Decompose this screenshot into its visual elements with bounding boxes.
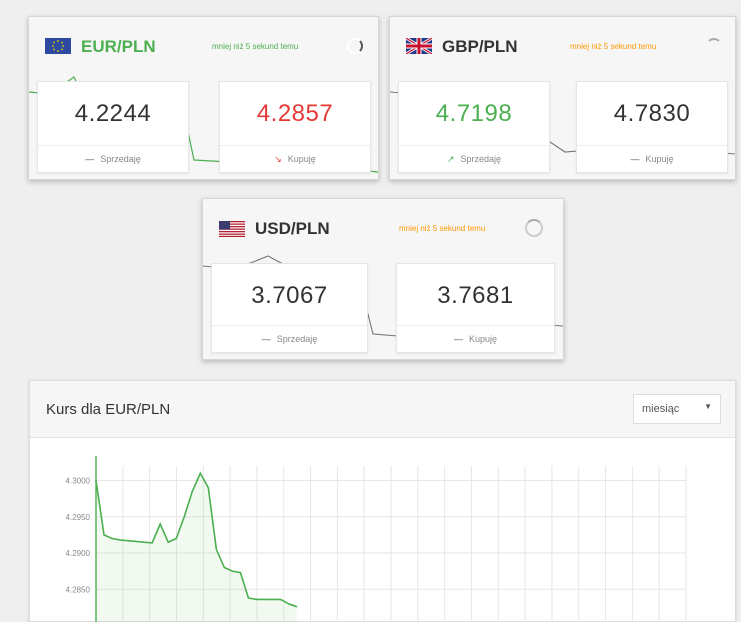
sell-label-text: Sprzedaję [276, 334, 318, 344]
data-point [263, 598, 266, 601]
buy-label-text: Kupuję [287, 154, 316, 164]
data-point [207, 487, 209, 489]
data-point [231, 570, 234, 572]
refresh-spinner-icon [706, 38, 722, 54]
y-tick-label: 4.2900 [66, 549, 91, 558]
period-select[interactable]: miesiąc ▼ [633, 394, 721, 424]
buy-label: — Kupuję [577, 145, 727, 172]
chevron-down-icon: ▼ [704, 402, 712, 411]
sell-rate-box[interactable]: 3.7067 — Sprzedaję [211, 263, 368, 353]
uk-flag-icon [406, 38, 432, 54]
data-point [175, 537, 177, 540]
buy-rate-value: 3.7681 [437, 282, 514, 309]
buy-label-text: Kupuję [645, 154, 674, 164]
data-point [111, 537, 113, 540]
buy-label-text: Kupuję [468, 334, 498, 344]
data-point [255, 598, 258, 601]
pair-label: EUR/PLN [81, 37, 156, 56]
data-point [135, 540, 137, 543]
buy-rate-box[interactable]: 4.2857 ↘ Kupuję [219, 81, 371, 173]
buy-rate-value: 4.7830 [613, 100, 691, 127]
eu-flag-icon [45, 38, 71, 54]
currency-card-eur: EUR/PLN mniej niż 5 sekund temu 4.2244 —… [28, 16, 379, 180]
sell-rate-value: 4.7198 [435, 100, 513, 127]
data-point [103, 534, 105, 536]
buy-label: ↘ Kupuję [220, 145, 370, 172]
card-header: USD/PLN mniej niż 5 sekund temu [203, 199, 563, 259]
buy-rate-box[interactable]: 3.7681 — Kupuję [396, 263, 555, 353]
buy-rate-box[interactable]: 4.7830 — Kupuję [576, 81, 728, 173]
sell-rate-value: 3.7067 [251, 282, 328, 309]
y-tick-label: 4.2950 [66, 513, 91, 522]
sell-label: ↗ Sprzedaję [399, 145, 549, 172]
card-header: EUR/PLN mniej niż 5 sekund temu [29, 17, 378, 77]
sell-label: — Sprzedaję [38, 145, 188, 172]
buy-label: — Kupuję [397, 325, 554, 352]
data-point [287, 603, 290, 605]
pair-label: USD/PLN [255, 219, 330, 238]
trend-flat-icon: — [85, 154, 95, 164]
data-point [215, 548, 217, 550]
update-time-label: mniej niż 5 sekund temu [570, 42, 657, 51]
trend-up-icon: ↗ [446, 154, 455, 164]
data-point [279, 598, 282, 601]
update-time-label: mniej niż 5 sekund temu [212, 42, 299, 51]
sell-rate-box[interactable]: 4.7198 ↗ Sprzedaję [398, 81, 550, 173]
data-point [223, 566, 225, 569]
trend-flat-icon: — [453, 334, 463, 344]
data-point [143, 541, 145, 543]
sell-rate-value: 4.2244 [74, 100, 152, 127]
y-tick-label: 4.2850 [66, 585, 91, 594]
trend-down-icon: ↘ [274, 154, 282, 164]
currency-card-gbp: GBP/PLN mniej niż 5 sekund temu 4.7198 ↗… [389, 16, 736, 180]
rate-chart-panel: Kurs dla EUR/PLN miesiąc ▼ 4.3000 4.2950 4… [29, 380, 736, 622]
y-tick-label: 4.3000 [66, 477, 91, 486]
refresh-spinner-icon [525, 219, 543, 237]
data-point [159, 523, 161, 525]
pair-label: GBP/PLN [442, 37, 518, 56]
sell-label-text: Sprzedaję [460, 154, 502, 164]
update-time-label: mniej niż 5 sekund temu [399, 224, 486, 233]
sell-label: — Sprzedaję [212, 325, 367, 352]
data-point [127, 540, 129, 542]
data-point [199, 472, 201, 474]
sell-rate-box[interactable]: 4.2244 — Sprzedaję [37, 81, 189, 173]
chart-panel-header: Kurs dla EUR/PLN miesiąc ▼ [30, 381, 735, 438]
data-point [191, 490, 193, 492]
data-point [151, 542, 153, 544]
buy-rate-value: 4.2857 [256, 100, 334, 127]
data-point [167, 541, 169, 543]
data-point [119, 539, 121, 541]
data-point [296, 606, 298, 608]
trend-flat-icon: — [630, 154, 640, 164]
data-point [183, 516, 185, 518]
data-point [239, 572, 242, 574]
chart-panel-title: Kurs dla EUR/PLN [46, 401, 171, 418]
currency-card-usd: USD/PLN mniej niż 5 sekund temu 3.7067 —… [202, 198, 564, 360]
refresh-spinner-icon [347, 38, 363, 54]
data-point [247, 597, 250, 599]
data-point [271, 598, 274, 601]
period-select-value: miesiąc [642, 403, 680, 415]
sell-label-text: Sprzedaję [100, 154, 141, 164]
card-header: GBP/PLN mniej niż 5 sekund temu [390, 17, 735, 77]
rate-line-chart: 4.3000 4.2950 4.2900 4.2850 [66, 456, 687, 622]
us-flag-icon [219, 221, 245, 237]
trend-flat-icon: — [261, 334, 271, 344]
